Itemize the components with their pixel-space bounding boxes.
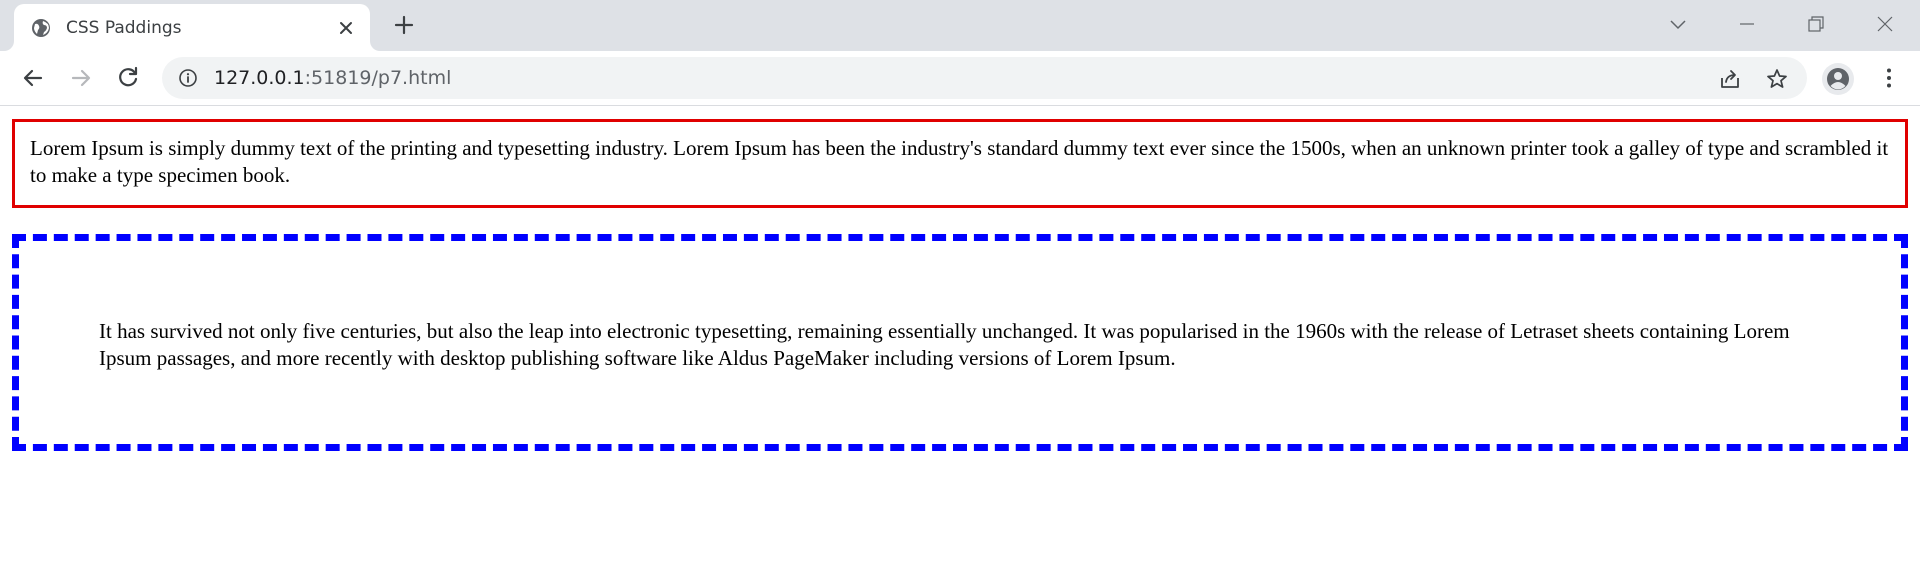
tab-title: CSS Paddings bbox=[66, 18, 182, 38]
minimize-icon[interactable] bbox=[1735, 12, 1759, 36]
profile-avatar-glyph bbox=[1827, 68, 1849, 90]
back-arrow-icon[interactable] bbox=[20, 65, 46, 91]
chevron-down-icon[interactable] bbox=[1666, 12, 1690, 36]
url-host: 127.0.0.1 bbox=[214, 67, 305, 89]
url-text[interactable]: 127.0.0.1:51819/p7.html bbox=[214, 67, 451, 89]
forward-arrow-icon[interactable] bbox=[68, 65, 94, 91]
globe-icon bbox=[32, 19, 50, 37]
browser-toolbar: 127.0.0.1:51819/p7.html bbox=[0, 51, 1920, 106]
profile-icon[interactable] bbox=[1822, 63, 1854, 95]
close-icon[interactable] bbox=[336, 18, 356, 38]
reload-icon[interactable] bbox=[115, 65, 141, 91]
tab-strip: CSS Paddings bbox=[0, 0, 1920, 51]
star-icon[interactable] bbox=[1765, 67, 1789, 91]
red-bordered-paragraph: Lorem Ipsum is simply dummy text of the … bbox=[12, 119, 1908, 208]
plus-icon[interactable] bbox=[392, 13, 416, 37]
address-bar[interactable]: 127.0.0.1:51819/p7.html bbox=[162, 57, 1807, 99]
share-icon[interactable] bbox=[1718, 67, 1742, 91]
page-viewport: Lorem Ipsum is simply dummy text of the … bbox=[0, 106, 1920, 562]
restore-icon[interactable] bbox=[1804, 12, 1828, 36]
kebab-menu-icon[interactable] bbox=[1876, 65, 1902, 91]
blue-dashed-paragraph: It has survived not only five centuries,… bbox=[12, 234, 1908, 451]
url-path: :51819/p7.html bbox=[304, 67, 452, 89]
info-icon[interactable] bbox=[178, 68, 198, 88]
window-close-icon[interactable] bbox=[1873, 12, 1897, 36]
browser-tab[interactable]: CSS Paddings bbox=[14, 4, 370, 51]
